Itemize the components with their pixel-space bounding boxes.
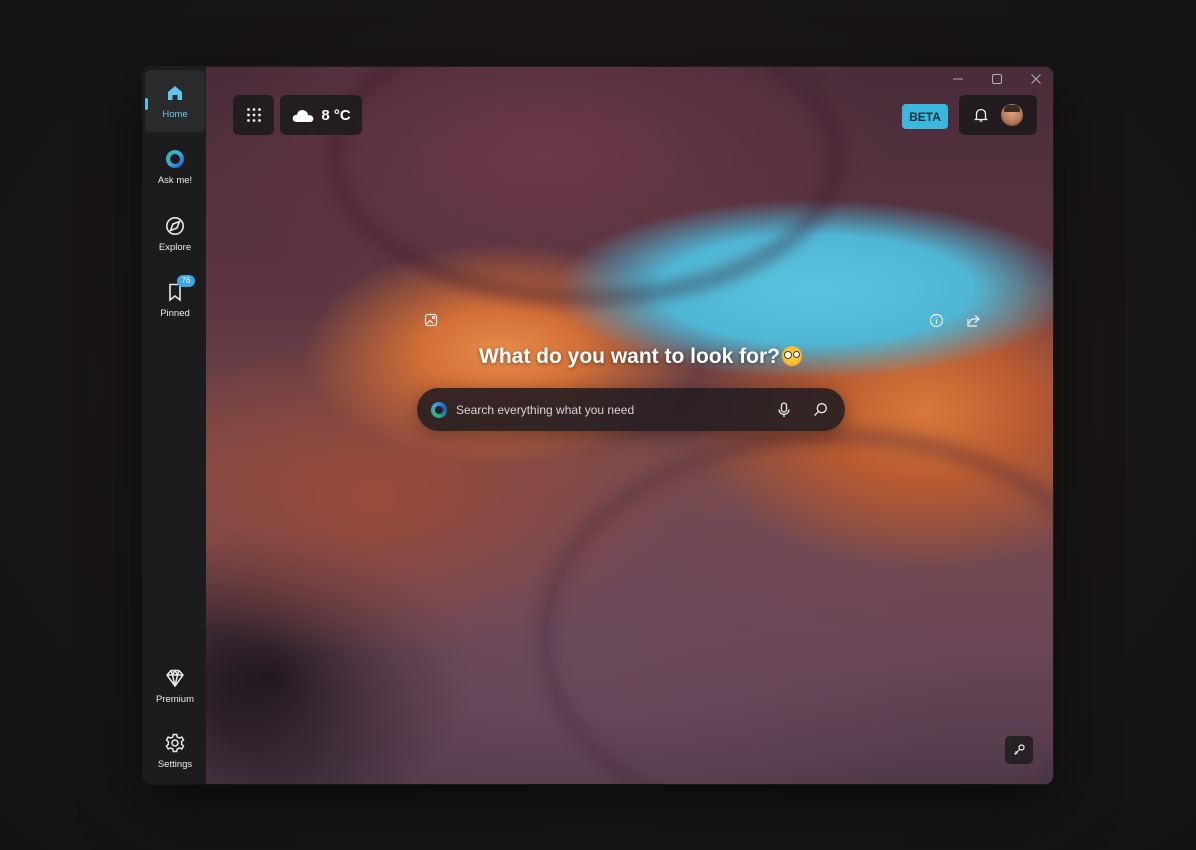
voice-search-button[interactable] xyxy=(771,397,797,423)
temperature-value: 8 °C xyxy=(321,106,351,124)
home-background: 8 °C BETA What do you want to look for? … xyxy=(206,67,1053,784)
weather-widget[interactable]: 8 °C xyxy=(280,95,362,135)
apps-button[interactable] xyxy=(233,95,274,135)
account-area xyxy=(959,95,1037,135)
info-icon xyxy=(929,313,943,327)
puzzle-link-icon xyxy=(1014,744,1025,755)
gear-icon xyxy=(164,732,186,754)
sidebar-item-label: Settings xyxy=(157,759,193,770)
search-icon xyxy=(813,403,827,416)
assistant-orb-icon xyxy=(164,148,186,170)
image-icon xyxy=(424,313,438,327)
apps-grid-icon xyxy=(246,108,261,122)
sidebar-item-ask-me[interactable]: Ask me! xyxy=(145,136,205,198)
minimize-button[interactable] xyxy=(946,71,970,87)
microphone-icon xyxy=(778,401,790,417)
sidebar-item-explore[interactable]: Explore xyxy=(145,203,205,265)
pinned-count-badge: 76 xyxy=(177,275,195,287)
compass-icon xyxy=(164,215,186,237)
sidebar-item-settings[interactable]: Settings xyxy=(145,720,205,782)
sidebar-item-label: Home xyxy=(162,109,188,120)
notifications-button[interactable] xyxy=(973,107,989,123)
headline-text: What do you want to look for? xyxy=(479,345,780,368)
beta-badge: BETA xyxy=(902,104,948,129)
customize-button[interactable] xyxy=(1005,736,1033,764)
info-button[interactable] xyxy=(928,312,944,328)
sidebar-item-label: Premium xyxy=(155,694,194,705)
minimize-icon xyxy=(953,78,963,80)
sidebar-item-premium[interactable]: Premium xyxy=(145,655,205,717)
maximize-button[interactable] xyxy=(985,71,1009,87)
sidebar: Home Ask me! Explore 76 Pinned Premium S… xyxy=(143,67,206,784)
diamond-icon xyxy=(164,667,186,689)
share-icon xyxy=(966,314,980,327)
sidebar-item-label: Ask me! xyxy=(157,175,193,186)
bookmark-icon: 76 xyxy=(164,275,195,303)
sidebar-item-label: Explore xyxy=(158,242,192,253)
background-swirl xyxy=(536,427,1053,784)
sidebar-item-home[interactable]: Home xyxy=(145,70,205,132)
user-avatar[interactable] xyxy=(1001,104,1023,126)
active-indicator xyxy=(145,98,148,110)
home-icon xyxy=(164,82,186,104)
maximize-icon xyxy=(992,74,1002,84)
search-input[interactable] xyxy=(456,402,761,417)
close-button[interactable] xyxy=(1024,71,1048,87)
sidebar-item-pinned[interactable]: 76 Pinned xyxy=(145,269,205,331)
bell-icon xyxy=(973,108,989,122)
search-bar xyxy=(417,388,845,431)
app-window: Home Ask me! Explore 76 Pinned Premium S… xyxy=(143,67,1053,784)
search-button[interactable] xyxy=(807,397,833,423)
flushed-face-emoji xyxy=(781,346,802,366)
share-button[interactable] xyxy=(965,312,981,328)
sidebar-item-label: Pinned xyxy=(160,308,190,319)
cloud-icon xyxy=(293,110,314,122)
close-icon xyxy=(1031,74,1041,84)
assistant-orb-icon xyxy=(431,401,447,418)
wallpaper-info-button[interactable] xyxy=(423,312,439,328)
background-swirl xyxy=(326,67,846,307)
page-title: What do you want to look for? xyxy=(479,345,802,373)
